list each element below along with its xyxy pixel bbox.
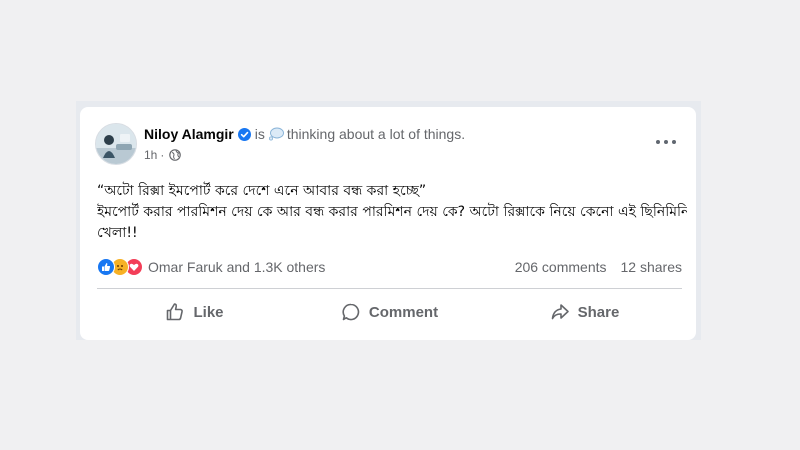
- dot-icon: [656, 140, 660, 144]
- author-name[interactable]: Niloy Alamgir: [144, 126, 234, 142]
- divider: [97, 288, 682, 289]
- post-actions: Like Comment Share: [97, 294, 682, 330]
- feeling-text[interactable]: thinking about a lot of things.: [287, 126, 465, 142]
- avatar[interactable]: [95, 123, 137, 165]
- share-arrow-icon: [551, 304, 569, 320]
- like-label: Like: [193, 303, 224, 321]
- engagement-counts: 206 comments 12 shares: [515, 259, 682, 275]
- post-card: Niloy Alamgir is thinking about a lot of…: [80, 107, 696, 340]
- like-button[interactable]: Like: [97, 294, 292, 330]
- reaction-icons[interactable]: [97, 258, 143, 276]
- post-body: “অটো রিক্সা ইমপোর্ট করে দেশে এনে আবার বন…: [97, 181, 687, 244]
- reactions-summary: Omar Faruk and 1.3K others 206 comments …: [97, 257, 682, 277]
- author-row: Niloy Alamgir is thinking about a lot of…: [144, 125, 465, 143]
- thumbs-up-icon: [167, 303, 184, 321]
- comment-count[interactable]: 206 comments: [515, 259, 607, 275]
- comment-button[interactable]: Comment: [292, 294, 487, 330]
- more-options-button[interactable]: [656, 137, 676, 147]
- dot-icon: [664, 140, 668, 144]
- share-button[interactable]: Share: [487, 294, 682, 330]
- share-label: Share: [577, 303, 620, 321]
- post-body-line: “অটো রিক্সা ইমপোর্ট করে দেশে এনে আবার বন…: [97, 183, 427, 199]
- globe-icon[interactable]: [169, 149, 182, 161]
- is-text: is: [254, 126, 265, 142]
- comment-label: Comment: [368, 303, 439, 321]
- post-body-line: ইমপোর্ট করার পারমিশন দেয় কে আর বন্ধ করা…: [97, 204, 687, 220]
- thought-bubble-icon: [268, 127, 284, 141]
- comment-bubble-icon: [342, 303, 360, 321]
- share-count[interactable]: 12 shares: [621, 259, 682, 275]
- meta-separator: ·: [160, 148, 165, 162]
- reaction-summary-text[interactable]: Omar Faruk and 1.3K others: [148, 259, 325, 275]
- post-timestamp[interactable]: 1h: [144, 148, 157, 162]
- post-meta: 1h ·: [144, 147, 182, 163]
- avatar-photo: [96, 124, 136, 164]
- verified-badge-icon: [237, 127, 251, 141]
- post-body-line: খেলা!!: [97, 225, 138, 241]
- like-reaction-icon: [97, 258, 115, 276]
- dot-icon: [672, 140, 676, 144]
